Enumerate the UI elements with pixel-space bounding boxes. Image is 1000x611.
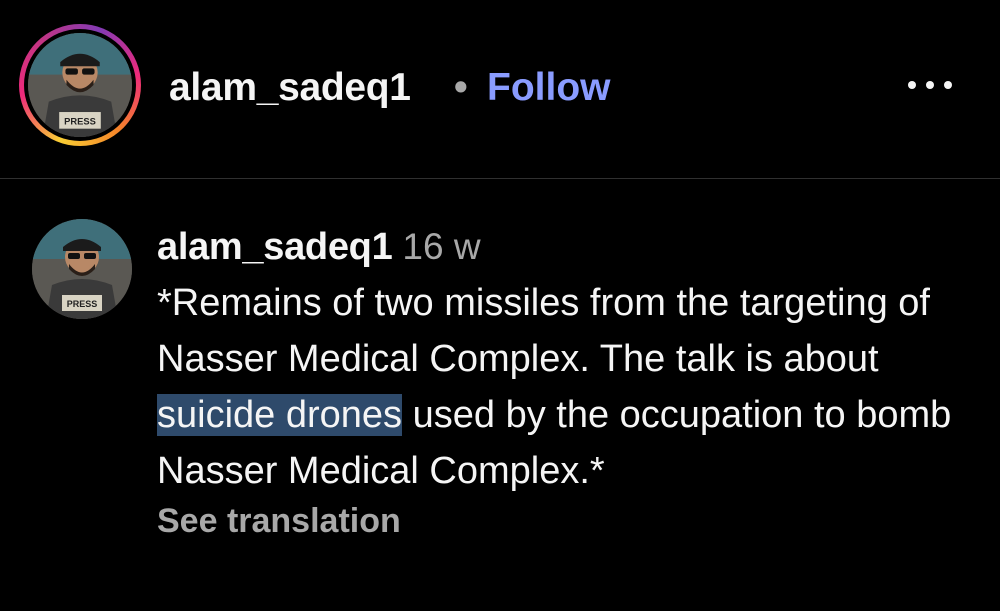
comment: alam_sadeq1 16 w *Remains of two missiles… [157, 225, 987, 541]
header-username[interactable]: alam_sadeq1 [169, 66, 411, 110]
comment-text-before: *Remains of two missiles from the target… [157, 282, 930, 380]
more-options-icon[interactable] [900, 70, 960, 100]
story-ring-avatar[interactable]: PRESS [19, 24, 141, 146]
comment-meta: alam_sadeq1 16 w [157, 225, 987, 275]
profile-photo-icon: PRESS [28, 33, 132, 137]
see-translation-link[interactable]: See translation [157, 501, 987, 541]
comment-text: *Remains of two missiles from the target… [157, 275, 987, 499]
comment-timestamp: 16 w [402, 226, 481, 267]
press-badge-text: PRESS [67, 299, 98, 309]
comment-avatar[interactable]: PRESS [32, 219, 132, 319]
avatar: PRESS [28, 33, 132, 137]
separator-dot: • [454, 66, 468, 109]
comment-username[interactable]: alam_sadeq1 [157, 226, 393, 268]
post-header: PRESS alam_sadeq1 • Follow [0, 0, 1000, 178]
follow-button[interactable]: Follow [487, 66, 610, 110]
post-page: PRESS alam_sadeq1 • Follow PRESS alam_sa… [0, 0, 1000, 611]
header-divider [0, 178, 1000, 179]
selected-text: suicide drones [157, 394, 403, 436]
press-badge-text: PRESS [64, 117, 96, 127]
profile-photo-icon: PRESS [32, 219, 132, 319]
